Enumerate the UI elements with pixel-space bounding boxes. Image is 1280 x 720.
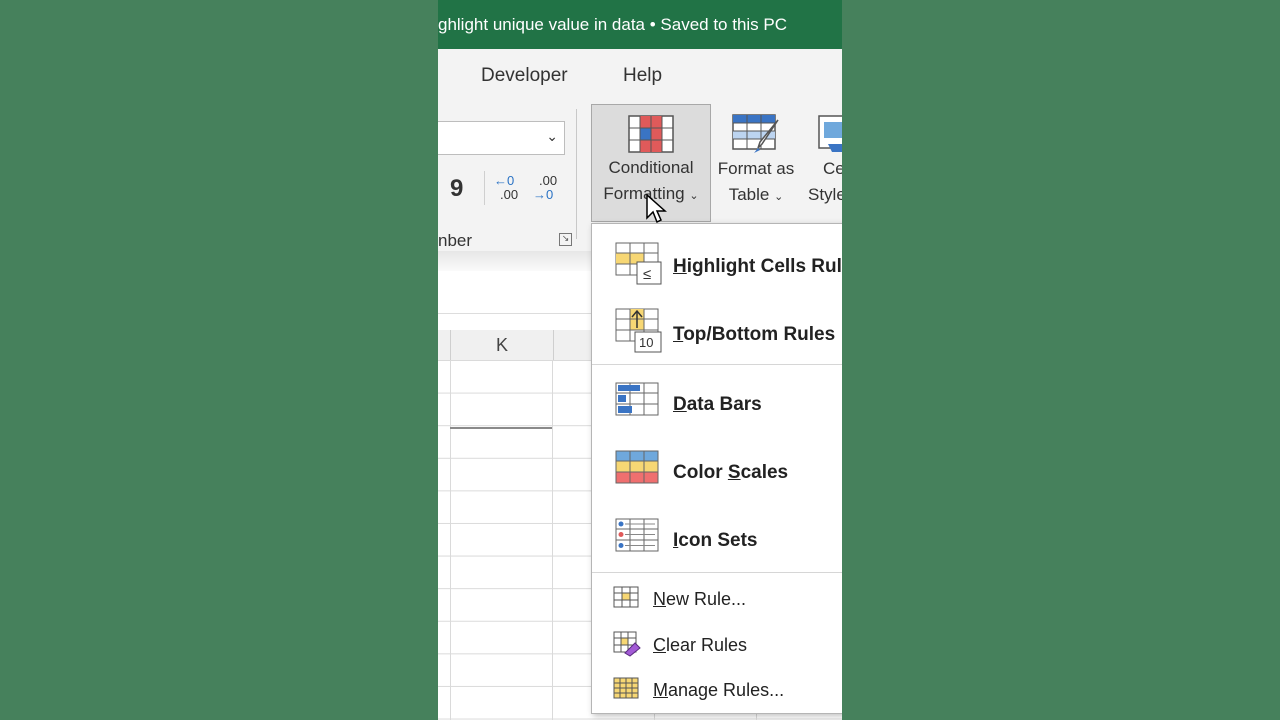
number-group-label: nber	[438, 231, 473, 250]
cell-styles-icon	[818, 115, 842, 152]
title-bar: ghlight unique value in data • Saved to …	[438, 0, 842, 49]
manage-rules-icon	[613, 677, 639, 699]
menu-item-icon-sets[interactable]: Icon Sets	[592, 512, 842, 568]
excel-window: ghlight unique value in data • Saved to …	[438, 0, 842, 720]
column-header-k[interactable]: K	[450, 330, 554, 360]
cell-styles-button[interactable]: Ce Style	[806, 104, 842, 220]
menu-item-data-bars[interactable]: Data Bars	[592, 376, 842, 432]
number-separator	[484, 171, 485, 205]
cell-styles-label-2: Style	[808, 185, 842, 204]
menu-item-label: Icon Sets	[673, 530, 758, 551]
decrease-decimal-icon[interactable]: .00 →0	[533, 173, 561, 203]
data-bars-icon	[615, 382, 659, 416]
highlight-cells-rules-icon: ≤	[615, 242, 662, 285]
menu-item-label: Color Scales	[673, 462, 789, 483]
menu-item-manage-rules[interactable]: Manage Rules...	[592, 671, 842, 713]
chevron-down-icon: ⌄	[774, 191, 784, 203]
group-separator	[576, 109, 577, 239]
conditional-formatting-label-1: Conditional	[608, 158, 694, 177]
menu-item-label: Highlight Cells Rule	[673, 256, 842, 277]
new-rule-icon	[613, 586, 639, 608]
svg-text:≤: ≤	[643, 266, 651, 283]
conditional-formatting-label-2: Formatting	[603, 184, 685, 203]
chevron-down-icon: ⌄	[689, 190, 699, 202]
menu-item-top-bottom-rules[interactable]: 10 Top/Bottom Rules	[592, 306, 842, 362]
format-as-table-label-1: Format as	[717, 159, 795, 178]
menu-item-label: Clear Rules	[653, 635, 748, 655]
icon-sets-icon	[615, 518, 659, 552]
menu-item-highlight-cells-rules[interactable]: ≤ Highlight Cells Rule	[592, 238, 842, 294]
format-as-table-icon	[732, 114, 779, 153]
menu-item-label: Data Bars	[673, 394, 762, 415]
menu-item-new-rule[interactable]: New Rule...	[592, 580, 842, 622]
color-scales-icon	[615, 450, 659, 484]
ribbon-tabs: Developer Help	[438, 49, 842, 101]
conditional-formatting-menu: ≤ Highlight Cells Rule 10 Top/Bottom Rul…	[591, 223, 842, 714]
chevron-down-icon: ⌄	[546, 128, 558, 144]
tab-help[interactable]: Help	[623, 65, 662, 87]
left-background	[0, 0, 438, 720]
dialog-launcher-icon[interactable]: ↘	[559, 233, 572, 246]
svg-text:.00: .00	[539, 173, 557, 188]
format-as-table-button[interactable]: Format as Table ⌄	[714, 104, 798, 220]
menu-item-label: New Rule...	[653, 589, 747, 609]
svg-text:.00: .00	[500, 187, 518, 202]
right-background	[842, 0, 1280, 720]
svg-text:→0: →0	[533, 187, 553, 202]
svg-text:←0: ←0	[494, 173, 514, 188]
menu-item-color-scales[interactable]: Color Scales	[592, 444, 842, 500]
mouse-cursor-icon	[646, 194, 667, 224]
increase-decimal-icon[interactable]: ←0 .00	[494, 173, 522, 203]
comma-style-button[interactable]: 9	[450, 175, 463, 203]
grid-column-line	[552, 360, 553, 720]
menu-separator	[592, 572, 842, 573]
window-title: ghlight unique value in data • Saved to …	[438, 15, 788, 34]
menu-item-label: Manage Rules...	[653, 680, 785, 700]
svg-text:10: 10	[639, 335, 653, 350]
cell-border	[450, 427, 552, 429]
grid-column-line	[450, 360, 451, 720]
clear-rules-icon	[613, 631, 641, 657]
cell-styles-label-1: Ce	[823, 159, 842, 178]
menu-item-label: Top/Bottom Rules	[673, 324, 836, 345]
top-bottom-rules-icon: 10	[615, 308, 662, 353]
format-as-table-label-2: Table	[728, 185, 770, 204]
conditional-formatting-icon	[628, 115, 674, 153]
number-format-dropdown[interactable]: ⌄	[438, 121, 565, 155]
tab-developer[interactable]: Developer	[481, 65, 568, 87]
menu-separator	[592, 364, 842, 365]
menu-item-clear-rules[interactable]: Clear Rules	[592, 626, 842, 668]
